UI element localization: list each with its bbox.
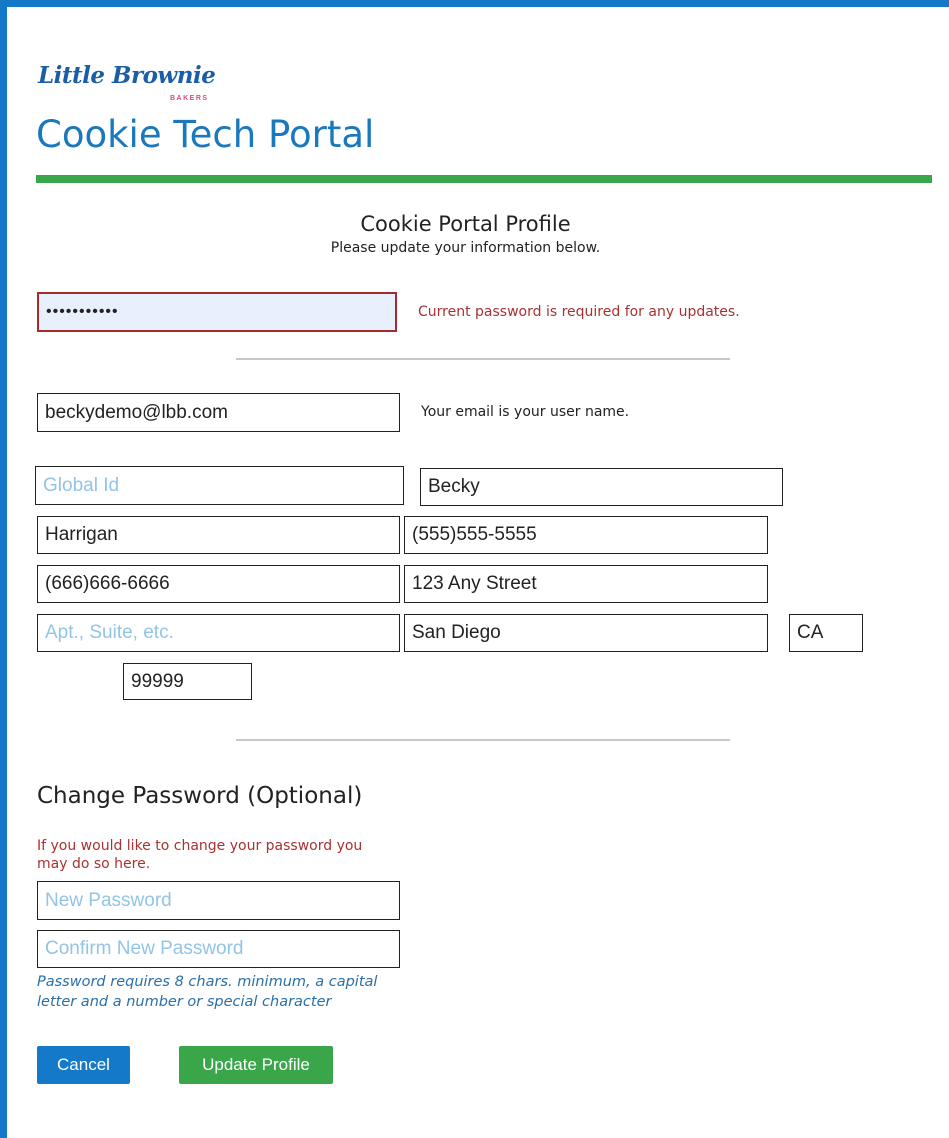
- page-title: Cookie Portal Profile: [360, 212, 571, 236]
- alt-phone-input[interactable]: (666)666-6666: [37, 565, 400, 603]
- last-name-input[interactable]: Harrigan: [37, 516, 400, 554]
- logo-subtext: BAKERS: [170, 95, 209, 102]
- header-divider: [36, 175, 932, 183]
- page-subtitle: Please update your information below.: [330, 240, 601, 256]
- change-password-note: If you would like to change your passwor…: [37, 838, 363, 872]
- change-password-title: Change Password (Optional): [37, 783, 363, 809]
- zip-input[interactable]: 99999: [123, 663, 252, 700]
- password-requirements-hint: Password requires 8 chars. minimum, a ca…: [37, 974, 378, 1010]
- portal-title: Cookie Tech Portal: [36, 113, 375, 156]
- email-field[interactable]: beckydemo@lbb.com: [37, 393, 400, 432]
- cancel-button[interactable]: Cancel: [37, 1046, 130, 1084]
- logo-text: Little Brownie: [38, 62, 216, 89]
- street-address-input[interactable]: 123 Any Street: [404, 565, 768, 603]
- first-name-input[interactable]: Becky: [420, 468, 783, 506]
- city-input[interactable]: San Diego: [404, 614, 768, 652]
- current-password-error: Current password is required for any upd…: [418, 304, 740, 320]
- brand-logo: Little Brownie BAKERS: [38, 62, 238, 106]
- state-input[interactable]: CA: [789, 614, 863, 652]
- update-profile-button[interactable]: Update Profile: [179, 1046, 333, 1084]
- global-id-input[interactable]: Global Id: [35, 466, 404, 505]
- section-divider-2: [236, 739, 730, 741]
- new-password-input[interactable]: New Password: [37, 881, 400, 920]
- phone-input[interactable]: (555)555-5555: [404, 516, 768, 554]
- confirm-password-input[interactable]: Confirm New Password: [37, 930, 400, 968]
- email-note: Your email is your user name.: [421, 404, 630, 420]
- current-password-input[interactable]: •••••••••••: [37, 292, 397, 332]
- apt-suite-input[interactable]: Apt., Suite, etc.: [37, 614, 400, 652]
- section-divider: [236, 358, 730, 360]
